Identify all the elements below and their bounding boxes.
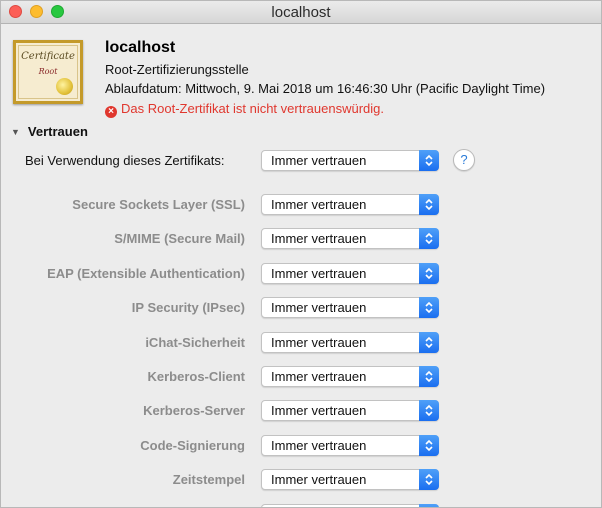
certificate-name: localhost bbox=[105, 39, 176, 56]
trust-row-value: Immer vertrauen bbox=[271, 265, 367, 281]
chevron-updown-icon bbox=[419, 262, 439, 284]
certificate-icon-word: Certificate bbox=[21, 51, 75, 62]
trust-row-label: EAP (Extensible Authentication) bbox=[47, 265, 245, 281]
trust-row-popup[interactable]: Immer vertrauen bbox=[261, 262, 439, 284]
trust-row-value: Immer vertrauen bbox=[271, 369, 367, 384]
help-button[interactable]: ? bbox=[453, 149, 475, 171]
trust-main-popup[interactable]: Immer vertrauen bbox=[261, 150, 439, 171]
trust-row-popup[interactable]: Immer vertrauen bbox=[261, 434, 439, 456]
chevron-updown-icon bbox=[419, 228, 439, 250]
trust-row-popup[interactable]: Immer vertrauen bbox=[261, 331, 439, 353]
trust-row-label: IP Security (IPsec) bbox=[131, 300, 245, 316]
trust-row-label: Code-Signierung bbox=[140, 437, 245, 453]
trust-row-popup-partial[interactable] bbox=[261, 503, 439, 507]
trust-row-value: Immer vertrauen bbox=[271, 437, 367, 453]
trust-row-value: Immer vertrauen bbox=[271, 334, 367, 350]
trust-row-label: S/MIME (Secure Mail) bbox=[114, 231, 245, 247]
chevron-updown-icon bbox=[419, 400, 439, 422]
trust-row-popup[interactable]: Immer vertrauen bbox=[261, 366, 439, 387]
certificate-content: Certificate Root localhost Root-Zertifiz… bbox=[1, 25, 601, 507]
chevron-updown-icon bbox=[419, 366, 439, 387]
trust-row-label: iChat-Sicherheit bbox=[145, 334, 245, 350]
certificate-status: × Das Root-Zertifikat ist nicht vertrauen… bbox=[105, 101, 384, 118]
trust-row-value: Immer vertrauen bbox=[271, 197, 367, 212]
title-bar[interactable]: localhost bbox=[1, 1, 601, 24]
seal-icon bbox=[56, 78, 73, 95]
window-title: localhost bbox=[271, 4, 331, 21]
trust-row-value: Immer vertrauen bbox=[271, 300, 367, 316]
trust-row-popup[interactable]: Immer vertrauen bbox=[261, 194, 439, 215]
certificate-kind: Root-Zertifizierungsstelle bbox=[105, 62, 249, 77]
trust-row-label: Secure Sockets Layer (SSL) bbox=[72, 197, 245, 212]
trust-row-value: Immer vertrauen bbox=[271, 472, 367, 488]
trust-row-popup[interactable]: Immer vertrauen bbox=[261, 228, 439, 250]
trust-row-label: Zeitstempel bbox=[172, 472, 245, 488]
chevron-updown-icon bbox=[419, 331, 439, 353]
chevron-updown-icon bbox=[419, 150, 439, 171]
trust-row-popup[interactable]: Immer vertrauen bbox=[261, 297, 439, 319]
chevron-updown-icon bbox=[419, 503, 439, 507]
error-icon: × bbox=[105, 106, 117, 118]
trust-main-value: Immer vertrauen bbox=[271, 153, 367, 168]
certificate-icon-sub: Root bbox=[38, 67, 58, 76]
trust-main-label: Bei Verwendung dieses Zertifikats: bbox=[25, 153, 225, 168]
trust-row-value: Immer vertrauen bbox=[271, 231, 367, 247]
chevron-updown-icon bbox=[419, 297, 439, 319]
trust-row-value: Immer vertrauen bbox=[271, 403, 367, 419]
trust-section-label: Vertrauen bbox=[27, 124, 88, 139]
disclosure-triangle-icon: ▼ bbox=[11, 127, 20, 137]
chevron-updown-icon bbox=[419, 194, 439, 215]
chevron-updown-icon bbox=[419, 469, 439, 491]
chevron-updown-icon bbox=[419, 434, 439, 456]
trust-row-label: Kerberos-Client bbox=[147, 369, 245, 384]
certificate-expiry: Ablaufdatum: Mittwoch, 9. Mai 2018 um 16… bbox=[105, 81, 546, 96]
certificate-icon: Certificate Root bbox=[13, 40, 83, 104]
certificate-window: localhost Certificate Root localhost Roo… bbox=[0, 0, 602, 508]
certificate-status-text: Das Root-Zertifikat ist nicht vertrauens… bbox=[121, 101, 384, 116]
trust-row-popup[interactable]: Immer vertrauen bbox=[261, 469, 439, 491]
trust-row-label: Kerberos-Server bbox=[143, 403, 245, 419]
trust-row-popup[interactable]: Immer vertrauen bbox=[261, 400, 439, 422]
trust-section-toggle[interactable]: ▼ Vertrauen bbox=[11, 124, 88, 139]
